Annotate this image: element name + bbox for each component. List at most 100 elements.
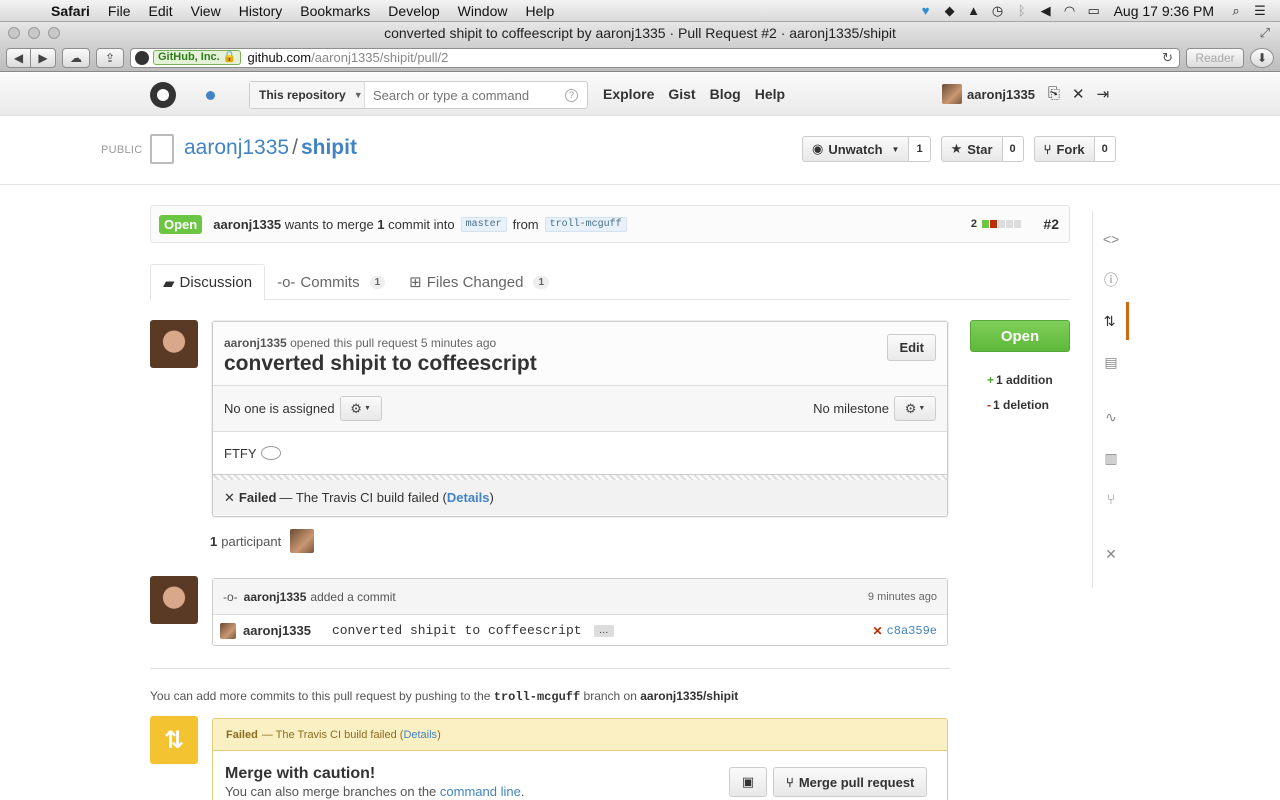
repo-name-link[interactable]: shipit xyxy=(301,136,357,159)
merge-pull-request-button[interactable]: ⑂ Merge pull request xyxy=(773,767,928,797)
edit-button[interactable]: Edit xyxy=(887,334,936,361)
commit-author-link[interactable]: aaronj1335 xyxy=(244,590,307,604)
time-machine-icon[interactable]: ◷ xyxy=(986,3,1010,19)
spotlight-search-icon[interactable]: ⌕ xyxy=(1224,3,1248,19)
settings-icon[interactable]: ✕ xyxy=(1093,535,1129,573)
milestone-gear-button[interactable]: ⚙ ▼ xyxy=(894,396,936,421)
tab-commits[interactable]: -o- Commits 1 xyxy=(265,264,397,300)
chevron-down-icon: ▼ xyxy=(363,405,371,412)
menu-edit[interactable]: Edit xyxy=(139,3,181,19)
battery-icon[interactable]: ▭ xyxy=(1082,3,1106,19)
push-note-text-a: You can add more commits to this pull re… xyxy=(150,689,491,703)
notification-center-icon[interactable]: ☰ xyxy=(1248,3,1272,19)
menubar-clock[interactable]: Aug 17 9:36 PM xyxy=(1106,3,1224,19)
menu-bookmarks[interactable]: Bookmarks xyxy=(291,3,379,19)
menu-safari[interactable]: Safari xyxy=(42,3,99,19)
diff-stats: +1 addition -1 deletion xyxy=(987,368,1053,418)
notification-bell-icon[interactable]: ▲ xyxy=(962,3,986,18)
commit-sha-link[interactable]: c8a359e xyxy=(887,624,937,638)
menu-view[interactable]: View xyxy=(182,3,230,19)
command-line-link[interactable]: command line xyxy=(440,784,521,799)
nav-explore[interactable]: Explore xyxy=(603,86,654,102)
head-branch-ref[interactable]: troll-mcguff xyxy=(544,216,627,232)
star-button[interactable]: ★ Star xyxy=(940,136,1003,162)
icloud-tabs-button[interactable]: ☁ xyxy=(62,47,90,68)
sign-out-icon[interactable]: ⇥ xyxy=(1097,85,1110,103)
fork-count[interactable]: 0 xyxy=(1094,136,1116,162)
command-line-instructions-button[interactable]: ▣ xyxy=(729,767,767,797)
network-icon[interactable]: ⑂ xyxy=(1093,480,1129,518)
pr-opened-line: aaronj1335 opened this pull request 5 mi… xyxy=(224,336,496,350)
menu-develop[interactable]: Develop xyxy=(379,3,448,19)
fullscreen-icon[interactable]: ⤢ xyxy=(1260,25,1270,41)
nav-blog[interactable]: Blog xyxy=(710,86,741,102)
fork-button[interactable]: ⑂ Fork xyxy=(1033,136,1095,162)
base-branch-ref[interactable]: master xyxy=(460,216,507,232)
settings-tools-icon[interactable]: ✕ xyxy=(1072,85,1085,103)
commit-message-link[interactable]: converted shipit to coffeescript xyxy=(332,623,582,638)
bluetooth-icon[interactable]: ᛒ xyxy=(1010,3,1034,18)
graphs-icon[interactable]: ▥ xyxy=(1093,439,1129,477)
avatar xyxy=(942,84,962,104)
commit-row-author[interactable]: aaronj1335 xyxy=(243,623,311,638)
avatar[interactable] xyxy=(150,576,198,624)
pr-state-open-button[interactable]: Open xyxy=(970,320,1070,352)
nav-gist[interactable]: Gist xyxy=(668,86,695,102)
forward-button[interactable]: ▶ xyxy=(31,47,56,68)
github-octocat-logo-icon[interactable] xyxy=(150,82,176,108)
user-menu[interactable]: aaronj1335 xyxy=(942,84,1035,104)
menu-file[interactable]: File xyxy=(99,3,140,19)
wiki-icon[interactable]: ▤ xyxy=(1093,343,1129,381)
wifi-icon[interactable]: ◠ xyxy=(1058,3,1082,19)
additions-stat[interactable]: +1 addition xyxy=(987,368,1053,393)
avatar[interactable] xyxy=(150,320,198,368)
gear-icon: ⚙ xyxy=(904,400,917,416)
search-help-icon[interactable]: ? xyxy=(565,88,578,102)
merge-status-close: ) xyxy=(437,728,441,741)
code-icon[interactable]: <> xyxy=(1093,220,1129,258)
deletions-stat[interactable]: -1 deletion xyxy=(987,393,1053,418)
twitter-icon[interactable]: ♥ xyxy=(914,3,938,18)
reload-icon[interactable]: ↻ xyxy=(1162,50,1179,66)
volume-icon[interactable]: ◀ xyxy=(1034,3,1058,19)
unwatch-button[interactable]: ◉ Unwatch ▼ xyxy=(802,136,910,162)
menu-window[interactable]: Window xyxy=(449,3,517,19)
plus-icon: + xyxy=(987,373,995,387)
pulse-icon[interactable]: ∿ xyxy=(1093,398,1129,436)
search-input[interactable] xyxy=(365,87,565,103)
merge-details-link[interactable]: Details xyxy=(403,729,437,741)
avatar[interactable] xyxy=(220,622,236,639)
pull-requests-icon[interactable]: ⇅ xyxy=(1093,302,1129,340)
new-repo-icon[interactable]: ⎘ xyxy=(1048,85,1060,103)
watch-count[interactable]: 1 xyxy=(909,136,931,162)
pr-author-link[interactable]: aaronj1335 xyxy=(213,217,281,232)
build-failed-icon[interactable]: ✕ xyxy=(873,624,883,638)
repo-owner-link[interactable]: aaronj1335 xyxy=(184,136,289,159)
notifications-indicator-icon[interactable] xyxy=(206,91,215,100)
nav-help[interactable]: Help xyxy=(755,86,785,102)
tab-files-changed[interactable]: ⊞ Files Changed 1 xyxy=(397,264,561,300)
tab-discussion[interactable]: ▰ Discussion xyxy=(150,264,266,301)
zoom-window-button[interactable] xyxy=(48,27,60,39)
diffstat-neutral-block xyxy=(998,220,1005,228)
ssl-certificate-badge[interactable]: GitHub, Inc. 🔒 xyxy=(153,50,242,65)
assignee-gear-button[interactable]: ⚙ ▼ xyxy=(339,396,382,421)
address-bar[interactable]: GitHub, Inc. 🔒 github.com/aaronj1335/shi… xyxy=(130,47,1180,68)
minimize-window-button[interactable] xyxy=(28,27,40,39)
downloads-icon[interactable]: ⬇ xyxy=(1250,47,1274,68)
menu-history[interactable]: History xyxy=(230,3,292,19)
expand-commit-message-button[interactable]: … xyxy=(593,624,614,637)
pr-author-link[interactable]: aaronj1335 xyxy=(224,336,287,350)
share-button[interactable]: ⇪ xyxy=(96,47,124,68)
reader-button[interactable]: Reader xyxy=(1186,47,1244,68)
back-button[interactable]: ◀ xyxy=(6,47,31,68)
star-count[interactable]: 0 xyxy=(1002,136,1024,162)
dropbox-icon[interactable]: ◆ xyxy=(938,3,962,19)
menu-help[interactable]: Help xyxy=(516,3,563,19)
issues-icon[interactable]: ⓘ xyxy=(1093,261,1129,299)
diffstat[interactable]: 2 xyxy=(971,218,1021,230)
ci-details-link[interactable]: Details xyxy=(447,490,490,505)
avatar[interactable] xyxy=(290,529,315,553)
close-window-button[interactable] xyxy=(8,27,20,39)
search-scope-select[interactable]: This repository ▼ xyxy=(250,82,365,108)
